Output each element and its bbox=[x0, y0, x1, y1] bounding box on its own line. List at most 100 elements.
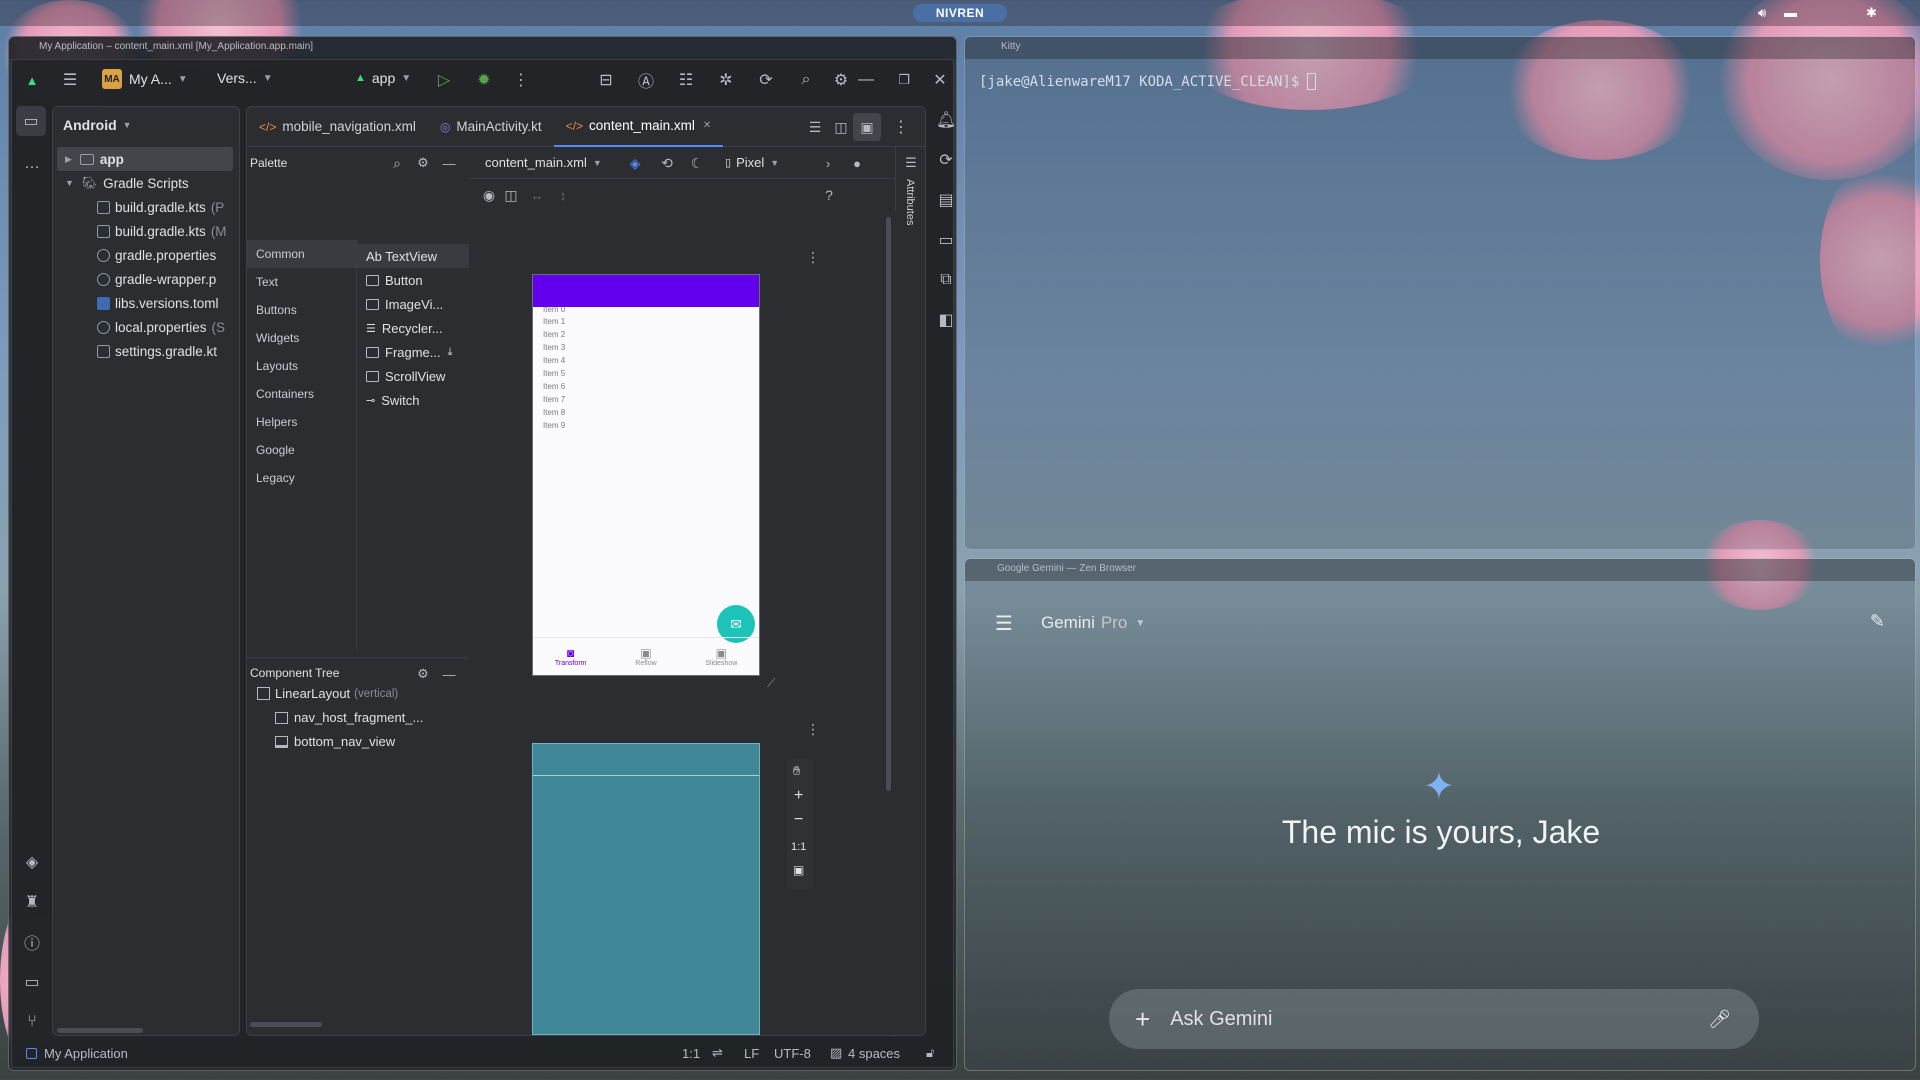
cursor-position[interactable]: 1:1 bbox=[682, 1046, 700, 1061]
palette-item-textview[interactable]: Ab TextView bbox=[357, 244, 469, 268]
close-tab-icon[interactable]: ✕ bbox=[703, 120, 711, 131]
settings-icon[interactable]: ⚙ bbox=[827, 66, 855, 94]
tab-options-icon[interactable]: ⋮ bbox=[887, 113, 915, 141]
tree-item-file[interactable]: gradle.properties bbox=[57, 243, 239, 267]
run-icon[interactable]: ▷ bbox=[430, 66, 458, 94]
more-tools-icon[interactable]: … bbox=[18, 150, 46, 178]
settings-icon[interactable]: ⚙ bbox=[409, 149, 437, 177]
more-options-icon[interactable]: ⋮ bbox=[799, 715, 827, 743]
window-titlebar[interactable]: My Application – content_main.xml [My_Ap… bbox=[9, 37, 956, 59]
project-tool-icon[interactable]: ▭ bbox=[16, 106, 46, 136]
chevron-right-icon[interactable]: › bbox=[814, 149, 842, 177]
code-view-icon[interactable]: ☰ bbox=[801, 113, 829, 141]
vertical-scrollbar[interactable] bbox=[886, 217, 891, 791]
search-icon[interactable]: ⌕ bbox=[383, 149, 411, 177]
issues-icon[interactable]: ● bbox=[843, 149, 871, 177]
zoom-fit-icon[interactable]: ▣ bbox=[793, 863, 804, 877]
palette-item-scrollview[interactable]: ScrollView bbox=[357, 364, 469, 388]
restore-icon[interactable]: ❐ bbox=[890, 66, 918, 94]
tree-item-app[interactable]: ▶ app bbox=[57, 147, 233, 171]
gemini-tool-icon[interactable]: ◈ bbox=[18, 848, 46, 876]
layout-inspector-icon[interactable]: ☷ bbox=[672, 66, 700, 94]
palette-category-layouts[interactable]: Layouts bbox=[247, 352, 356, 380]
palette-category-buttons[interactable]: Buttons bbox=[247, 296, 356, 324]
add-icon[interactable]: + bbox=[1135, 1004, 1150, 1035]
tree-item-file[interactable]: build.gradle.kts (P bbox=[57, 195, 239, 219]
palette-item-button[interactable]: Button bbox=[357, 268, 469, 292]
soft-wrap-icon[interactable]: ⇌ bbox=[712, 1045, 723, 1061]
run-config-selector[interactable]: ▲ app ▼ bbox=[355, 70, 411, 86]
component-bottom-nav[interactable]: bottom_nav_view bbox=[275, 734, 395, 749]
pan-hand-icon[interactable]: ✋︎ bbox=[793, 763, 800, 779]
notifications-icon[interactable]: 🔔︎ bbox=[932, 106, 956, 134]
line-separator[interactable]: LF bbox=[744, 1046, 759, 1061]
palette-item-fragment[interactable]: Fragme... ⤓ bbox=[357, 340, 469, 364]
search-icon[interactable]: ⌕ bbox=[792, 66, 820, 94]
prompt-input[interactable]: + Ask Gemini 🎤︎ bbox=[1109, 989, 1759, 1049]
close-icon[interactable]: ✕ bbox=[926, 66, 954, 94]
minimize-icon[interactable]: — bbox=[852, 66, 880, 94]
palette-category-containers[interactable]: Containers bbox=[247, 380, 356, 408]
file-selector[interactable]: content_main.xml ▼ bbox=[485, 155, 602, 170]
night-mode-icon[interactable]: ☾ bbox=[683, 149, 711, 177]
bug-report-icon[interactable]: ✲ bbox=[712, 66, 740, 94]
nav-item-reflow[interactable]: ▣ Reflow bbox=[608, 638, 683, 675]
tab-mobile-navigation[interactable]: </> mobile_navigation.xml bbox=[247, 107, 428, 147]
palette-category-helpers[interactable]: Helpers bbox=[247, 408, 356, 436]
problems-icon[interactable]: ⓘ bbox=[18, 928, 46, 956]
horizontal-scrollbar[interactable] bbox=[250, 1022, 322, 1027]
design-canvas[interactable]: ⋮ Item 0 Item 1 Item 2 Item 3 Item 4 Ite… bbox=[469, 211, 897, 1035]
settings-icon[interactable]: ⚙ bbox=[409, 660, 437, 688]
status-project-name[interactable]: My Application bbox=[44, 1046, 128, 1061]
zoom-out-icon[interactable]: − bbox=[794, 811, 803, 829]
encoding[interactable]: UTF-8 bbox=[774, 1046, 811, 1061]
hamburger-menu-icon[interactable]: ☰ bbox=[56, 66, 84, 94]
device-manager-side-icon[interactable]: ▤ bbox=[932, 186, 956, 214]
nav-item-slideshow[interactable]: ▣ Slideshow bbox=[684, 638, 759, 675]
terminal-body[interactable]: [jake@AlienwareM17 KODA_ACTIVE_CLEAN]$ bbox=[979, 73, 1317, 90]
lock-icon[interactable]: 🔓︎ bbox=[926, 1045, 934, 1061]
help-icon[interactable]: ? bbox=[815, 181, 843, 209]
design-surface-icon[interactable]: ◈ bbox=[621, 149, 649, 177]
tree-item-file[interactable]: local.properties (S bbox=[57, 315, 239, 339]
tree-item-gradle-scripts[interactable]: ▼ 🐘︎ Gradle Scripts bbox=[57, 171, 239, 195]
more-options-icon[interactable]: ⋮ bbox=[799, 243, 827, 271]
resize-handle-icon[interactable]: ⟋ bbox=[767, 676, 775, 691]
tab-content-main[interactable]: </> content_main.xml ✕ bbox=[553, 107, 724, 147]
palette-item-recyclerview[interactable]: ☰ Recycler... bbox=[357, 316, 469, 340]
device-manager-icon[interactable]: ⊟ bbox=[592, 66, 620, 94]
battery-icon[interactable]: ▬ bbox=[1784, 5, 1797, 20]
download-icon[interactable]: ⤓ bbox=[448, 346, 453, 359]
orientation-icon[interactable]: ⟲ bbox=[653, 149, 681, 177]
gemini-agent-icon[interactable]: ⟳ bbox=[752, 66, 780, 94]
bluetooth-icon[interactable]: ✱ bbox=[1866, 5, 1877, 21]
project-view-selector[interactable]: Android ▼ bbox=[63, 117, 132, 133]
component-linearlayout[interactable]: LinearLayout (vertical) bbox=[257, 686, 398, 701]
build-variants-icon[interactable]: ♜ bbox=[18, 888, 46, 916]
vertical-expand-icon[interactable]: ↕ bbox=[549, 181, 577, 209]
model-selector[interactable]: Gemini Pro ▼ bbox=[1041, 613, 1145, 633]
tree-item-file[interactable]: libs.versions.toml bbox=[57, 291, 239, 315]
tree-item-file[interactable]: build.gradle.kts (M bbox=[57, 219, 239, 243]
zoom-in-icon[interactable]: + bbox=[794, 787, 803, 805]
window-titlebar[interactable]: Google Gemini — Zen Browser bbox=[965, 559, 1915, 581]
nav-item-transform[interactable]: ◙ Transform bbox=[533, 638, 608, 675]
vcs-selector[interactable]: Vers... ▼ bbox=[217, 70, 273, 86]
attributes-strip[interactable]: ☰ Attributes bbox=[895, 147, 925, 1037]
workspace-badge[interactable]: NIVREN bbox=[913, 4, 1007, 22]
blueprint-icon[interactable]: ◫ bbox=[497, 181, 525, 209]
horizontal-scrollbar[interactable] bbox=[57, 1028, 143, 1033]
device-explorer-icon[interactable]: ⧉ bbox=[932, 266, 956, 294]
debug-icon[interactable]: ✹ bbox=[470, 66, 498, 94]
blueprint-preview[interactable] bbox=[532, 743, 760, 1035]
minimize-panel-icon[interactable]: — bbox=[435, 660, 463, 688]
translate-icon[interactable]: Ⓐ bbox=[632, 66, 660, 94]
layout-validation-icon[interactable]: ◧ bbox=[932, 306, 956, 334]
tab-mainactivity[interactable]: ◎ MainActivity.kt bbox=[428, 107, 554, 147]
indent-setting[interactable]: 4 spaces bbox=[848, 1046, 900, 1061]
palette-item-switch[interactable]: ⊸ Switch bbox=[357, 388, 469, 412]
minimize-panel-icon[interactable]: — bbox=[435, 149, 463, 177]
palette-category-text[interactable]: Text bbox=[247, 268, 356, 296]
terminal-icon[interactable]: ▭ bbox=[18, 968, 46, 996]
horizontal-expand-icon[interactable]: ↔ bbox=[523, 181, 551, 209]
